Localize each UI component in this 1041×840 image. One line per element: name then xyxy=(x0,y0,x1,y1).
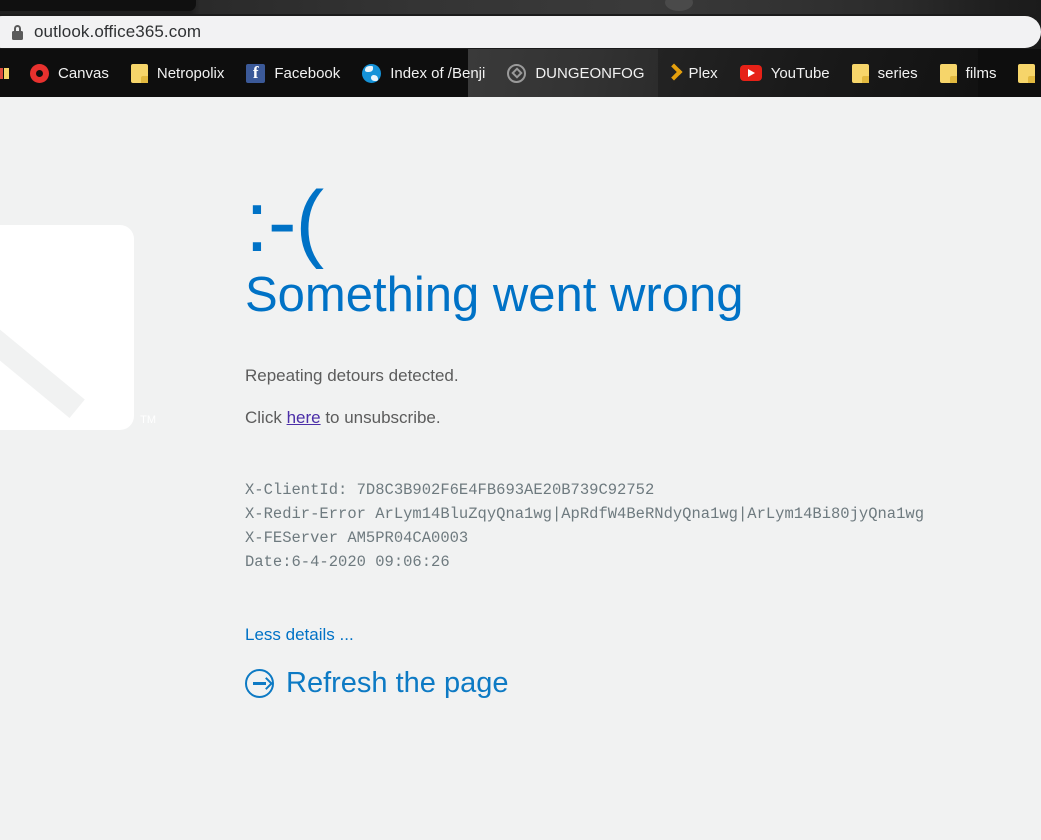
bookmark-item-cutoff-right[interactable] xyxy=(1007,49,1041,97)
bookmark-item-netropolix[interactable]: Netropolix xyxy=(120,49,236,97)
browser-chrome: outlook.office365.com Canvas Netropolix … xyxy=(0,0,1041,97)
bookmark-item-dungeonfog[interactable]: DUNGEONFOG xyxy=(496,49,655,97)
facebook-icon xyxy=(246,63,266,83)
bookmark-item-youtube[interactable]: YouTube xyxy=(729,49,841,97)
bookmark-label: YouTube xyxy=(770,64,830,82)
folder-icon xyxy=(851,63,869,83)
bookmark-item-canvas[interactable]: Canvas xyxy=(19,49,120,97)
folder-icon xyxy=(1018,63,1036,83)
bookmark-item-films[interactable]: films xyxy=(929,49,1008,97)
detail-fe-server: X-FEServer AM5PR04CA0003 xyxy=(245,528,469,547)
bookmark-label: Facebook xyxy=(274,64,341,82)
bookmark-label: Canvas xyxy=(58,64,109,82)
unsubscribe-line: Click here to unsubscribe. xyxy=(245,408,1041,428)
unsubscribe-link[interactable]: here xyxy=(287,408,321,427)
browser-tab-strip xyxy=(0,0,1041,14)
bookmark-label: DUNGEONFOG xyxy=(535,64,645,82)
outlook-envelope-watermark: TM xyxy=(0,225,156,430)
folder-icon xyxy=(939,63,957,83)
address-bar[interactable]: outlook.office365.com xyxy=(0,16,1041,48)
bookmark-item-cutoff-left[interactable] xyxy=(0,49,9,97)
error-details: X-ClientId: 7D8C3B902F6E4FB693AE20B739C9… xyxy=(245,478,1041,574)
bookmark-item-series[interactable]: series xyxy=(841,49,929,97)
unsubscribe-prefix: Click xyxy=(245,407,287,427)
trademark-mark: TM xyxy=(140,414,156,426)
bookmark-label: series xyxy=(877,64,918,82)
page-title: Something went wrong xyxy=(245,268,744,322)
lock-icon xyxy=(12,24,23,40)
globe-icon xyxy=(362,63,382,83)
canvas-logo-icon xyxy=(30,63,49,83)
detail-client-id: X-ClientId: 7D8C3B902F6E4FB693AE20B739C9… xyxy=(245,480,655,499)
bookmarks-bar: Canvas Netropolix Facebook Index of /Ben… xyxy=(0,49,1041,97)
url-text: outlook.office365.com xyxy=(34,22,202,41)
bookmark-item-facebook[interactable]: Facebook xyxy=(235,49,351,97)
error-message: Repeating detours detected. xyxy=(245,365,459,385)
plex-icon xyxy=(667,63,680,84)
bookmark-item-plex[interactable]: Plex xyxy=(656,49,729,97)
detail-date: Date:6-4-2020 09:06:26 xyxy=(245,552,450,571)
bookmark-label: Netropolix xyxy=(156,64,225,82)
address-bar-row: outlook.office365.com xyxy=(0,14,1041,49)
refresh-arrow-icon xyxy=(245,668,274,698)
dungeonfog-logo-icon xyxy=(507,63,527,83)
bookmark-item-index-of-benji[interactable]: Index of /Benji xyxy=(351,49,496,97)
bookmark-label: Plex xyxy=(688,64,718,82)
bookmark-label: films xyxy=(965,64,997,82)
detail-redir-error: X-Redir-Error ArLym14BluZqyQna1wg|ApRdfW… xyxy=(245,504,925,523)
refresh-page-button[interactable]: Refresh the page xyxy=(245,667,508,700)
error-content: :-( Something went wrong Repeating detou… xyxy=(245,97,1041,700)
folder-icon xyxy=(130,63,148,83)
unsubscribe-suffix: to unsubscribe. xyxy=(320,407,441,427)
bookmark-label: Index of /Benji xyxy=(390,64,486,82)
error-page: TM :-( Something went wrong Repeating de… xyxy=(0,97,1041,840)
refresh-page-label: Refresh the page xyxy=(286,666,509,699)
less-details-link[interactable]: Less details ... xyxy=(245,625,354,645)
youtube-icon xyxy=(739,65,762,81)
sad-face-glyph: :-( xyxy=(245,174,324,270)
